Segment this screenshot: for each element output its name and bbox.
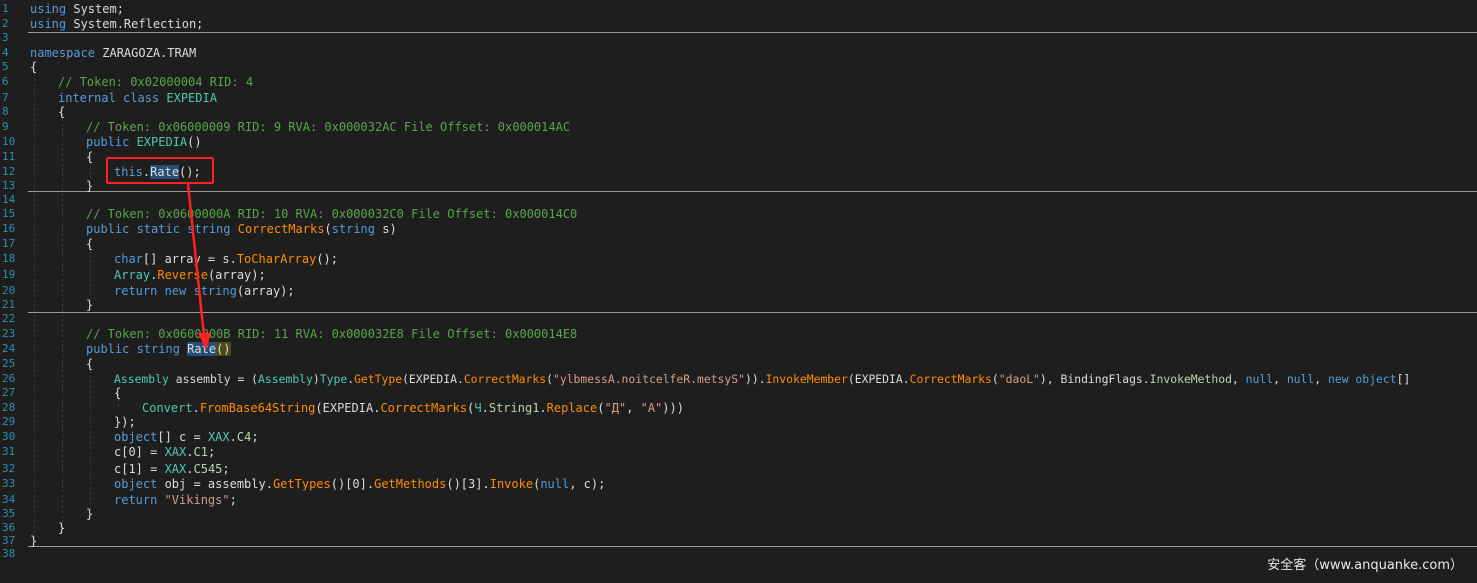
annotation-red-arrow [186, 183, 211, 350]
watermark: 安全客（www.anquanke.com） [1267, 558, 1463, 573]
code-editor[interactable]: 1 2 3 4 5 6 7 8 9 10 11 12 13 14 15 16 1… [0, 0, 1477, 583]
arrow-shaft [186, 183, 206, 337]
arrow-head [198, 333, 211, 350]
